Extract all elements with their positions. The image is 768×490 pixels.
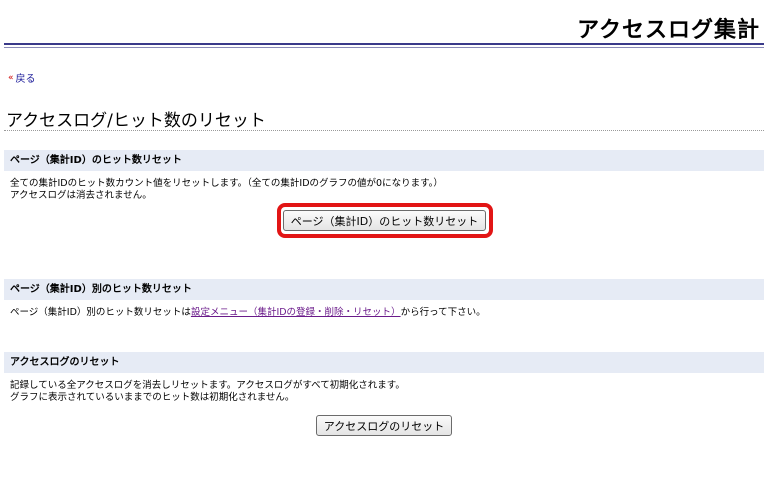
header-rule-thin (4, 47, 764, 48)
heading-divider (4, 130, 764, 131)
app-title: アクセスログ集計 (577, 18, 760, 43)
section-header-access-log-reset: アクセスログのリセット (4, 352, 764, 373)
description-line: 記録している全アクセスログを消去しリセットます。アクセスログがすべて初期化されま… (10, 380, 405, 391)
section-header-per-page-hit-reset: ページ（集計ID）別のヒット数リセット (4, 279, 764, 300)
section-header-page-hit-reset: ページ（集計ID）のヒット数リセット (4, 150, 764, 171)
description-line: アクセスログは消去されません。 (10, 190, 152, 201)
settings-menu-link[interactable]: 設定メニュー（集計IDの登録・削除・リセット） (191, 307, 401, 318)
page-title: アクセスログ/ヒット数のリセット (6, 111, 266, 131)
access-log-reset-button[interactable]: アクセスログのリセット (316, 415, 452, 436)
section-description: 記録している全アクセスログを消去しリセットます。アクセスログがすべて初期化されま… (10, 380, 405, 404)
back-arrow-icon: « (8, 72, 14, 83)
section-description: ページ（集計ID）別のヒット数リセットは設定メニュー（集計IDの登録・削除・リセ… (10, 307, 486, 319)
description-text: ページ（集計ID）別のヒット数リセットは (10, 307, 191, 318)
description-line: グラフに表示されているいままでのヒット数は初期化されません。 (10, 392, 295, 403)
section-description: 全ての集計IDのヒット数カウント値をリセットします。（全ての集計IDのグラフの値… (10, 178, 443, 202)
back-link-label: 戻る (15, 74, 36, 85)
description-text: から行って下さい。 (400, 307, 486, 318)
back-link[interactable]: « 戻る (8, 70, 36, 86)
header-rule (4, 43, 764, 45)
description-line: 全ての集計IDのヒット数カウント値をリセットします。（全ての集計IDのグラフの値… (10, 178, 443, 189)
page-hit-reset-button[interactable]: ページ（集計ID）のヒット数リセット (283, 210, 486, 231)
